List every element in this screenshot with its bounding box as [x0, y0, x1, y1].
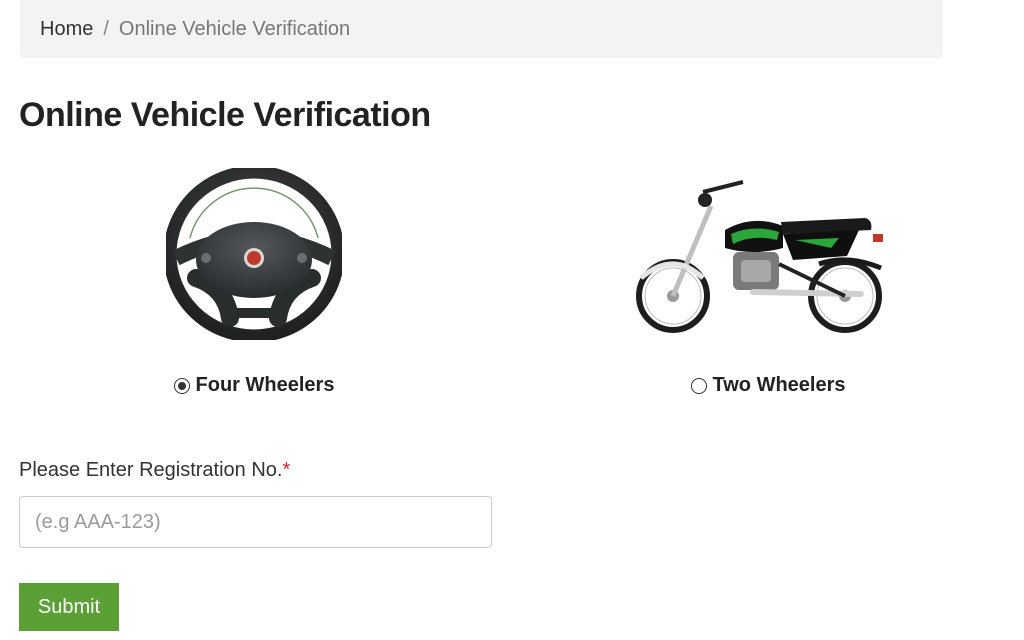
- breadcrumb-home-link[interactable]: Home: [40, 18, 93, 41]
- breadcrumb-separator: /: [103, 17, 109, 40]
- registration-input[interactable]: [19, 496, 492, 548]
- breadcrumb-current: Online Vehicle Verification: [118, 17, 351, 40]
- two-wheelers-label[interactable]: Two Wheelers: [713, 374, 846, 397]
- vehicle-option-two-wheelers[interactable]: Two Wheelers: [598, 168, 938, 396]
- breadcrumb: Home / Online Vehicle Verification: [20, 0, 943, 58]
- four-wheelers-radio-row[interactable]: Four Wheelers: [84, 374, 424, 397]
- vehicle-option-four-wheelers[interactable]: Four Wheelers: [84, 168, 424, 396]
- motorcycle-icon[interactable]: [633, 168, 903, 340]
- two-wheelers-radio[interactable]: [690, 377, 707, 394]
- steering-wheel-icon[interactable]: [166, 168, 342, 340]
- submit-button[interactable]: Submit: [19, 583, 119, 631]
- required-mark: *: [282, 459, 291, 481]
- four-wheelers-radio[interactable]: [173, 377, 190, 394]
- four-wheelers-label[interactable]: Four Wheelers: [196, 374, 335, 397]
- registration-label-text: Please Enter Registration No.: [19, 459, 283, 481]
- two-wheelers-radio-row[interactable]: Two Wheelers: [598, 374, 938, 397]
- page-title: Online Vehicle Verification: [19, 96, 431, 134]
- registration-label: Please Enter Registration No.*: [19, 459, 290, 482]
